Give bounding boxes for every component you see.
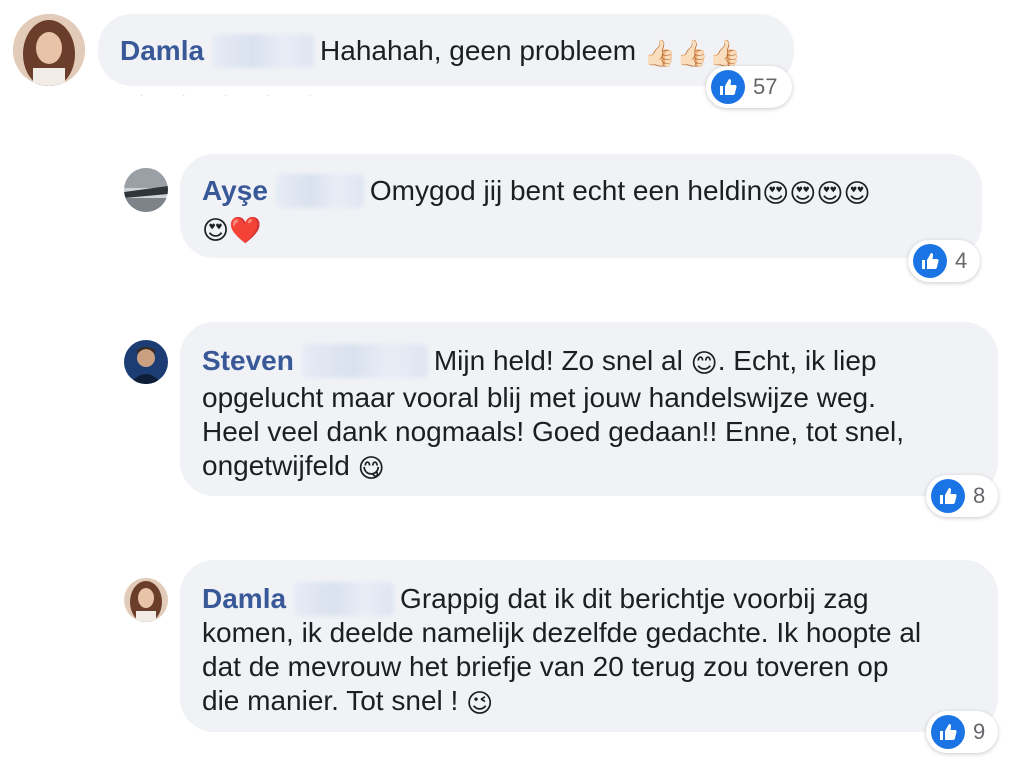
avatar-photo: [13, 14, 85, 86]
like-count: 4: [955, 248, 968, 273]
wink-emoji-icon: 😉: [466, 689, 494, 719]
like-icon: [931, 479, 965, 513]
blurred-surname: [301, 344, 428, 378]
like-reaction-count[interactable]: 8: [926, 475, 998, 517]
blurred-surname: [212, 34, 315, 68]
author-name[interactable]: Ayşe: [202, 175, 268, 206]
thumbs-up-emoji-icon: 👍🏻👍🏻👍🏻: [643, 39, 741, 69]
like-icon: [931, 715, 965, 749]
comment-text: Omygod jij bent echt een heldin: [369, 175, 763, 206]
avatar[interactable]: [13, 14, 85, 86]
divider: · · · · ·: [140, 90, 330, 101]
like-count: 9: [973, 719, 986, 744]
like-count: 8: [973, 483, 986, 508]
heart-eyes-emoji-icon: 😍😍😍😍: [762, 179, 871, 209]
like-icon: [711, 70, 745, 104]
author-name[interactable]: Damla: [120, 35, 204, 66]
comment-bubble: Damla Grappig dat ik dit berichtje voorbi…: [180, 560, 998, 732]
avatar[interactable]: [124, 578, 168, 622]
like-count: 57: [753, 74, 778, 99]
blurred-surname: [294, 582, 395, 616]
comment-text: Heel veel dank nogmaals! Goed gedaan!! E…: [202, 416, 905, 447]
comment-text: ongetwijfeld: [202, 450, 350, 481]
avatar-photo: [124, 168, 168, 212]
comment-text: Hahahah, geen probleem: [320, 35, 637, 66]
heart-emoji-icon: 😍❤️: [202, 216, 262, 246]
comment-bubble: Damla Hahahah, geen probleem 👍🏻👍🏻👍🏻: [98, 14, 794, 86]
comment-text: komen, ik deelde namelijk dezelfde gedac…: [202, 617, 922, 648]
blurred-surname: [275, 174, 364, 208]
comment-bubble: Steven Mijn held! Zo snel al 😊. Echt, ik …: [180, 322, 998, 496]
author-name[interactable]: Damla: [202, 583, 286, 614]
comment-text: Grappig dat ik dit berichtje voorbij zag: [400, 583, 869, 614]
comment-text: Mijn held! Zo snel al: [433, 345, 683, 376]
avatar-photo: [124, 578, 168, 622]
author-name[interactable]: Steven: [202, 345, 294, 376]
yum-emoji-icon: 😋: [357, 454, 385, 484]
avatar-photo: [124, 340, 168, 384]
like-reaction-count[interactable]: 9: [926, 711, 998, 753]
smiling-emoji-icon: 😊: [690, 349, 718, 379]
comment-text: opgelucht maar vooral blij met jouw hand…: [202, 382, 876, 413]
comment-text: . Echt, ik liep: [717, 345, 877, 376]
like-reaction-count[interactable]: 57: [706, 66, 792, 108]
like-icon: [913, 244, 947, 278]
avatar[interactable]: [124, 168, 168, 212]
comment-text: dat de mevrouw het briefje van 20 terug …: [202, 651, 889, 682]
comment-bubble: Ayşe Omygod jij bent echt een heldin😍😍😍😍 …: [180, 154, 982, 258]
avatar[interactable]: [124, 340, 168, 384]
like-reaction-count[interactable]: 4: [908, 240, 980, 282]
comment-text: die manier. Tot snel !: [202, 685, 459, 716]
